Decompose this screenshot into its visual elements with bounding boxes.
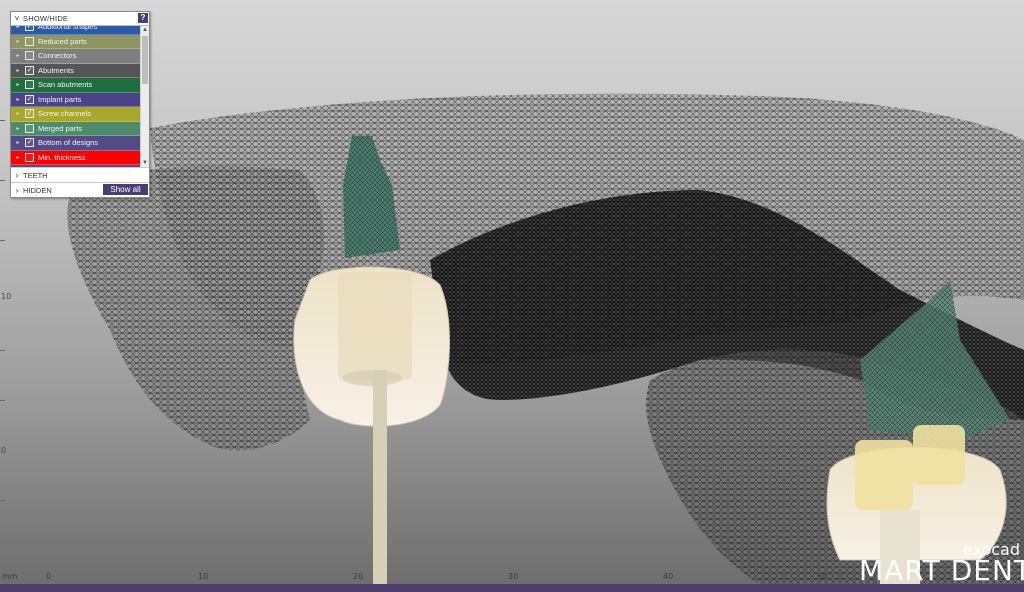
scroll-down-icon[interactable]: ▼ (141, 159, 149, 167)
ruler-label: 0 (1, 446, 7, 455)
dental-scan-scene[interactable] (0, 0, 1024, 584)
ruler-label: 0 (46, 572, 52, 581)
scrollbar-thumb[interactable] (142, 36, 148, 84)
visibility-checkbox[interactable]: ✓ (25, 94, 34, 104)
visibility-row[interactable]: ▸ ✓ Screw channels (11, 107, 140, 122)
visibility-checkbox[interactable]: ✓ (25, 65, 34, 75)
visibility-checkbox[interactable] (25, 123, 34, 133)
visibility-row[interactable]: ▸ Reduced parts (11, 34, 140, 49)
visibility-label: Additional shapes (38, 26, 98, 32)
teeth-section[interactable]: › TEETH (11, 167, 149, 182)
visibility-checkbox[interactable] (25, 51, 34, 61)
ruler-unit: mm (2, 572, 18, 581)
expand-triangle-icon[interactable]: ▸ (11, 67, 25, 74)
ruler-label: 20 (353, 572, 364, 581)
ruler-label: 10 (198, 572, 209, 581)
expand-triangle-icon[interactable]: ▸ (11, 139, 25, 146)
expand-triangle-icon[interactable]: ▸ (11, 81, 25, 88)
brand-watermark: exocad MART DENT (858, 540, 1024, 587)
visibility-label: Connectors (38, 51, 77, 61)
visibility-label: Scan abutments (38, 80, 93, 90)
3d-viewport[interactable]: 10 0 mm 0 10 20 30 40 50 (0, 0, 1024, 584)
expand-triangle-icon[interactable]: ▸ (11, 110, 25, 117)
expand-triangle-icon[interactable]: ▸ (11, 38, 25, 45)
visibility-checkbox[interactable] (25, 36, 34, 46)
help-icon[interactable]: ? (138, 13, 148, 23)
expand-triangle-icon[interactable]: ▸ (11, 26, 25, 30)
panel-title: SHOW/HIDE (23, 14, 69, 23)
chevron-right-icon[interactable]: › (11, 171, 23, 180)
visibility-row[interactable]: ▸ ✓ Additional shapes (11, 26, 140, 35)
visibility-label: Reduced parts (38, 36, 87, 46)
visibility-label: Bottom of designs (38, 138, 99, 148)
chevron-down-icon[interactable]: ˅ (11, 14, 23, 23)
visibility-checkbox[interactable] (25, 80, 34, 90)
ruler-label: 40 (663, 572, 674, 581)
visibility-row[interactable]: ▸ ✓ Bottom of designs (11, 136, 140, 151)
brand-line2: MART DENT (858, 554, 1024, 587)
hidden-label: HIDDEN (23, 185, 52, 195)
visibility-row[interactable]: ▸ ✓ Abutments (11, 63, 140, 78)
hidden-section[interactable]: › HIDDEN Show all (11, 182, 149, 197)
scroll-up-icon[interactable]: ▲ (141, 26, 149, 34)
chevron-right-icon[interactable]: › (11, 186, 23, 195)
show-hide-header[interactable]: ˅ SHOW/HIDE ? (11, 12, 149, 26)
status-bar (0, 584, 1024, 592)
visibility-label: Min. thickness (38, 152, 86, 162)
visibility-row[interactable]: ▸ ✓ Implant parts (11, 92, 140, 107)
expand-triangle-icon[interactable]: ▸ (11, 154, 25, 161)
visibility-label: Merged parts (38, 123, 83, 133)
expand-triangle-icon[interactable]: ▸ (11, 96, 25, 103)
show-all-button[interactable]: Show all (103, 184, 148, 195)
screw-channel-left (373, 370, 387, 584)
expand-triangle-icon[interactable]: ▸ (11, 52, 25, 59)
visibility-checkbox[interactable]: ✓ (25, 26, 34, 32)
teeth-label: TEETH (23, 170, 48, 180)
visibility-checkbox[interactable]: ✓ (25, 138, 34, 148)
visibility-label: Implant parts (38, 94, 82, 104)
left-lobe-mesh (67, 166, 324, 451)
visibility-row[interactable]: ▸ Min. thickness (11, 150, 140, 165)
scrollbar[interactable]: ▲ ▼ (140, 26, 149, 167)
crown-left (293, 266, 450, 427)
visibility-label: Screw channels (38, 109, 91, 119)
visibility-label: Abutments (38, 65, 74, 75)
visibility-row[interactable]: ▸ Merged parts (11, 121, 140, 136)
expand-triangle-icon[interactable]: ▸ (11, 125, 25, 132)
visibility-row[interactable]: ▸ Connectors (11, 49, 140, 64)
ruler-label: 30 (508, 572, 519, 581)
ruler-label: 10 (1, 292, 12, 301)
visibility-checkbox[interactable] (25, 152, 34, 162)
visibility-checkbox[interactable]: ✓ (25, 109, 34, 119)
show-hide-panel: ˅ SHOW/HIDE ? ▸ ✓ Additional shapes ▸ Reduce… (10, 11, 150, 198)
visibility-list: ▸ ✓ Additional shapes ▸ Reduced parts ▸ Connec… (11, 26, 149, 167)
visibility-row[interactable]: ▸ Scan abutments (11, 78, 140, 93)
ruler-label: 50 (817, 572, 828, 581)
